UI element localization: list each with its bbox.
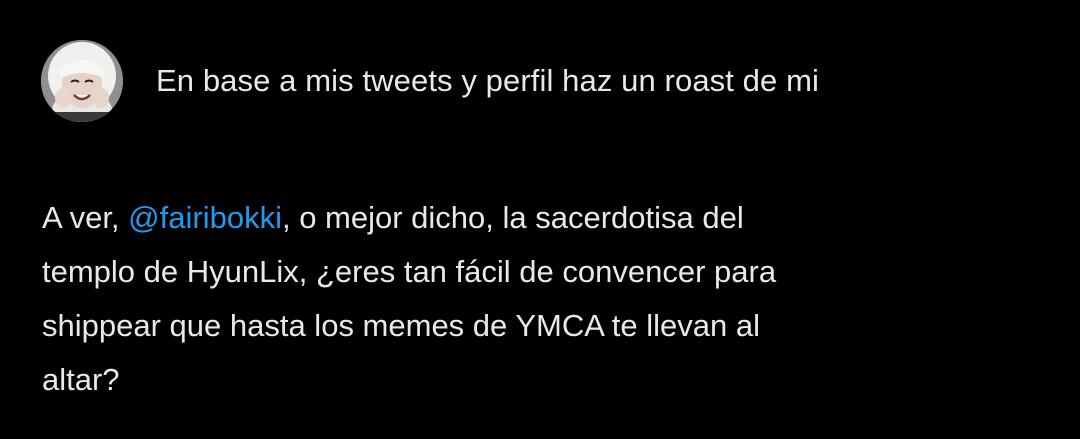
avatar[interactable] [41, 40, 123, 122]
avatar-photo-icon [41, 40, 123, 122]
ai-response: A ver, @fairibokki, o mejor dicho, la sa… [42, 191, 1002, 407]
prompt-text: En base a mis tweets y perfil haz un roa… [156, 63, 819, 98]
user-prompt: En base a mis tweets y perfil haz un roa… [41, 40, 1041, 122]
response-line-3: shippear que hasta los memes de YMCA te … [42, 308, 760, 343]
response-line-4: altar? [42, 362, 120, 397]
response-line-1: A ver, @fairibokki, o mejor dicho, la sa… [42, 191, 1002, 245]
user-mention-link[interactable]: @fairibokki [128, 200, 282, 235]
response-text: , o mejor dicho, la sacerdotisa del [281, 200, 744, 235]
response-prefix: A ver, [42, 200, 129, 235]
response-line-2: templo de HyunLix, ¿eres tan fácil de co… [42, 254, 777, 289]
